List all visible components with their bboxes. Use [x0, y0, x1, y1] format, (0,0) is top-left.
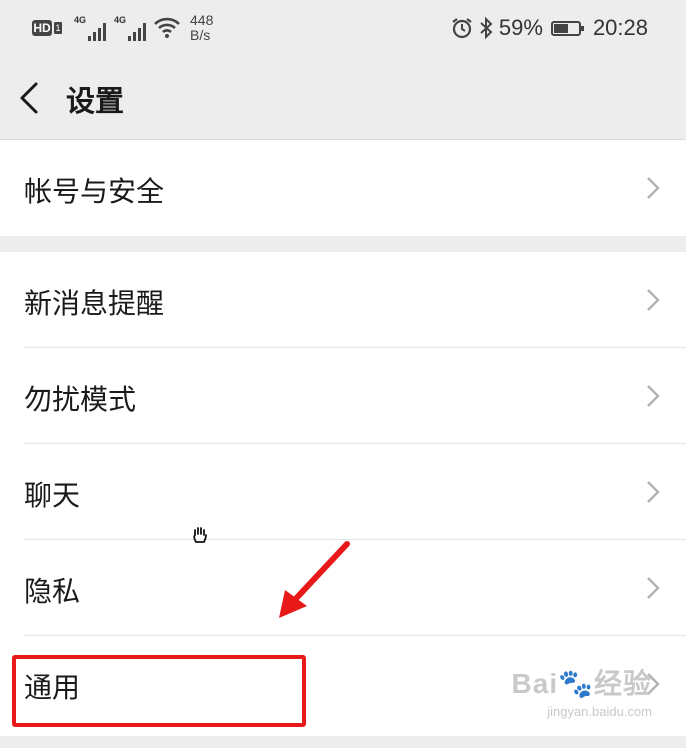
- chevron-right-icon: [647, 577, 660, 599]
- watermark-main: Bai: [511, 668, 559, 699]
- chevron-right-icon: [647, 385, 660, 407]
- signal-sim1-tag: 4G: [74, 15, 87, 25]
- alarm-icon: [452, 18, 472, 39]
- settings-item-label: 帐号与安全: [24, 175, 165, 208]
- battery-icon: [550, 20, 584, 36]
- watermark-main2: 经验: [593, 668, 652, 699]
- clock-time: 20:28: [592, 15, 648, 40]
- settings-item-chat[interactable]: 聊天: [0, 444, 686, 540]
- settings-item-account-security[interactable]: 帐号与安全: [0, 140, 686, 236]
- settings-item-label: 新消息提醒: [24, 287, 165, 320]
- watermark-sub: jingyan.baidu.com: [547, 704, 652, 719]
- battery-fill: [553, 23, 568, 33]
- settings-group-account: 帐号与安全: [0, 140, 686, 236]
- page-title: 设置: [66, 84, 125, 118]
- settings-item-do-not-disturb[interactable]: 勿扰模式: [0, 348, 686, 444]
- signal-sim2-tag: 4G: [114, 15, 127, 25]
- network-speed: 448 B/s: [190, 13, 213, 43]
- nav-header: 设置: [0, 56, 686, 140]
- signal-sim2-icon: 4G: [114, 15, 146, 41]
- settings-item-label: 隐私: [24, 575, 81, 608]
- hd-voice-icon: HD: [32, 20, 52, 36]
- chevron-right-icon: [647, 481, 660, 503]
- paw-icon: 🐾: [558, 668, 594, 699]
- back-arrow-icon[interactable]: [16, 80, 44, 116]
- status-left: HD 1 4G 4G 448 B/s: [32, 12, 213, 44]
- battery-percent: 59%: [498, 15, 543, 40]
- bluetooth-icon: [480, 17, 493, 39]
- signal-sim1-icon: 4G: [74, 15, 106, 41]
- baidu-watermark: Bai🐾经验 jingyan.baidu.com: [512, 662, 652, 719]
- settings-item-label: 勿扰模式: [24, 383, 137, 416]
- status-right: 59% 20:28: [451, 12, 648, 44]
- settings-item-label: 聊天: [24, 479, 81, 512]
- settings-item-notifications[interactable]: 新消息提醒: [0, 252, 686, 348]
- status-bar: HD 1 4G 4G 448 B/s 59% 20:28: [0, 0, 686, 56]
- annotation-arrow-icon: [279, 541, 350, 618]
- hand-cursor-icon: [193, 527, 207, 543]
- network-speed-unit: B/s: [190, 27, 211, 43]
- wifi-icon: [154, 17, 180, 38]
- chevron-right-icon: [647, 177, 660, 199]
- chevron-right-icon: [647, 289, 660, 311]
- annotation-highlight-box: [12, 655, 306, 727]
- hd-sim-index: 1: [54, 22, 62, 34]
- network-speed-value: 448: [190, 12, 214, 28]
